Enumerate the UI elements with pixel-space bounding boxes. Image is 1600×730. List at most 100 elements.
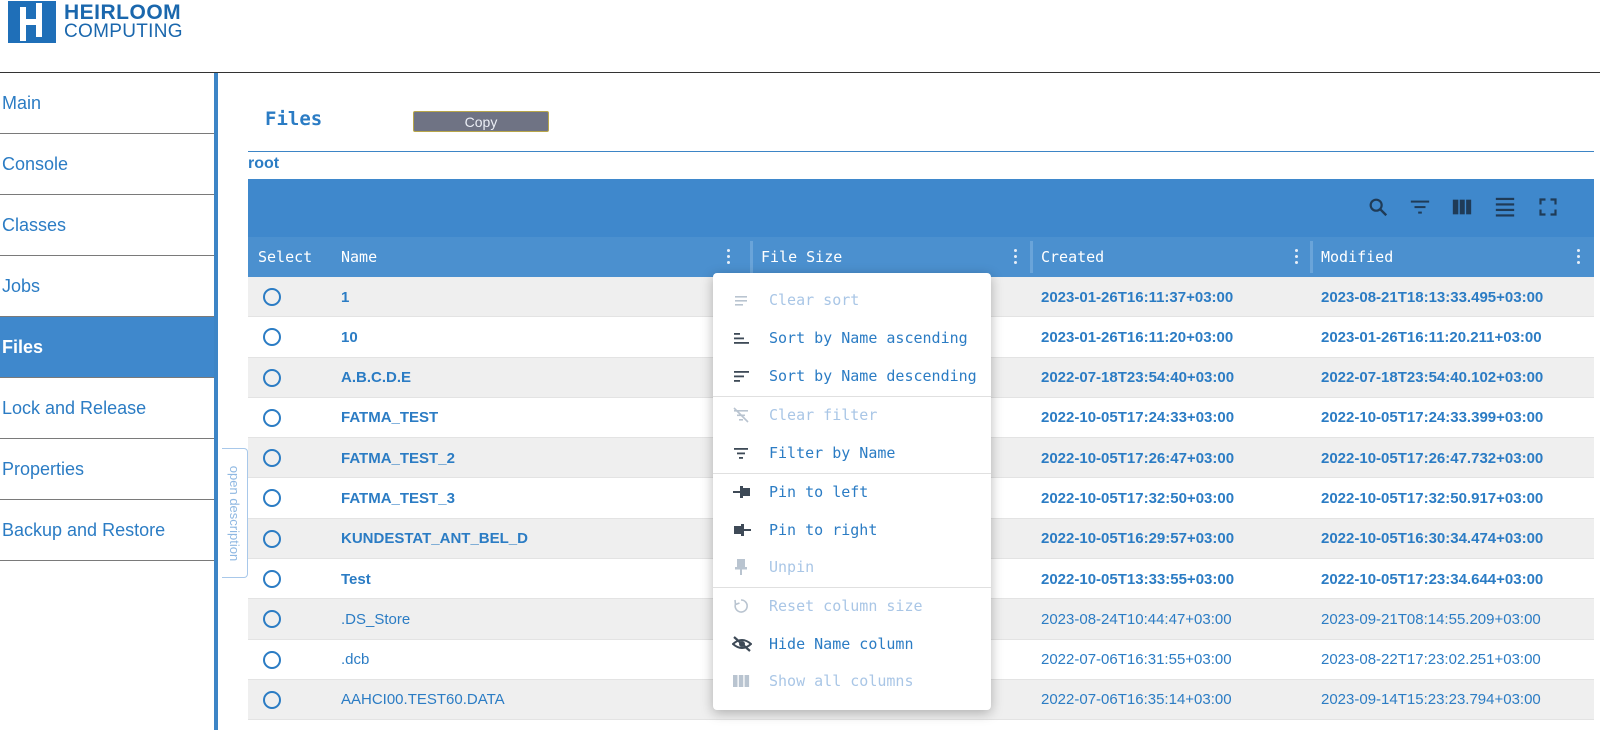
name-cell[interactable]: .DS_Store — [341, 599, 410, 639]
menu-item-hide-name-column[interactable]: Hide Name column — [713, 625, 991, 663]
modified-cell: 2022-10-05T17:23:34.644+03:00 — [1321, 570, 1544, 588]
menu-item-pin-left[interactable]: Pin to left — [713, 473, 991, 511]
menu-item-pin-right[interactable]: Pin to right — [713, 511, 991, 549]
menu-item-sort-descending[interactable]: Sort by Name descending — [713, 357, 991, 395]
row-select-cell[interactable] — [263, 478, 281, 518]
row-select-cell[interactable] — [263, 599, 281, 639]
search-icon[interactable] — [1362, 191, 1394, 223]
open-description-tab[interactable]: open description — [222, 448, 248, 578]
menu-item-unpin[interactable]: Unpin — [713, 548, 991, 586]
sidebar-item-main[interactable]: Main — [0, 73, 214, 134]
column-menu-icon[interactable] — [727, 249, 731, 265]
row-select-radio[interactable] — [263, 690, 281, 709]
menu-item-clear-sort[interactable]: Clear sort — [713, 281, 991, 319]
hide-icon — [731, 635, 753, 653]
sidebar: Main Console Classes Jobs Files Lock and… — [0, 73, 218, 730]
row-select-radio[interactable] — [263, 328, 281, 347]
column-resize-handle[interactable] — [750, 241, 753, 273]
name-cell[interactable]: FATMA_TEST — [341, 398, 438, 438]
menu-item-label: Sort by Name ascending — [769, 329, 968, 347]
column-header-name[interactable]: Name — [341, 237, 741, 277]
sidebar-item-backup-and-restore[interactable]: Backup and Restore — [0, 500, 214, 561]
menu-item-filter-by-name[interactable]: Filter by Name — [713, 434, 991, 472]
name-cell[interactable]: KUNDESTAT_ANT_BEL_D — [341, 519, 528, 559]
menu-item-label: Clear filter — [769, 406, 878, 424]
row-select-cell[interactable] — [263, 640, 281, 680]
name-cell[interactable]: A.B.C.D.E — [341, 358, 411, 398]
row-select-radio[interactable] — [263, 408, 281, 427]
column-header-modified[interactable]: Modified — [1321, 237, 1591, 277]
sidebar-item-lock-and-release[interactable]: Lock and Release — [0, 378, 214, 439]
column-header-label: Created — [1041, 248, 1105, 266]
grid-toolbar — [248, 179, 1594, 237]
row-select-cell[interactable] — [263, 277, 281, 317]
menu-item-clear-filter[interactable]: Clear filter — [713, 396, 991, 434]
sort-descending-icon — [732, 367, 752, 385]
sidebar-item-properties[interactable]: Properties — [0, 439, 214, 500]
column-header-label: File Size — [761, 248, 843, 266]
clear-filter-icon — [732, 406, 752, 424]
row-select-radio[interactable] — [263, 529, 281, 548]
modified-cell: 2023-08-22T17:23:02.251+03:00 — [1321, 651, 1541, 669]
menu-item-label: Pin to right — [769, 521, 878, 539]
sidebar-item-files[interactable]: Files — [0, 317, 214, 378]
density-icon[interactable] — [1489, 191, 1521, 223]
logo: HEIRLOOM COMPUTING — [8, 0, 183, 44]
name-cell[interactable]: .dcb — [341, 640, 369, 680]
row-select-radio[interactable] — [263, 570, 281, 589]
name-cell[interactable]: FATMA_TEST_2 — [341, 438, 455, 478]
sidebar-item-console[interactable]: Console — [0, 134, 214, 195]
column-header-file-size[interactable]: File Size — [761, 237, 1028, 277]
column-header-created[interactable]: Created — [1041, 237, 1309, 277]
column-header-select: Select — [258, 237, 338, 277]
created-cell: 2022-10-05T17:26:47+03:00 — [1041, 449, 1235, 467]
name-cell[interactable]: AAHCI00.TEST60.DATA — [341, 680, 505, 720]
column-resize-handle[interactable] — [1030, 241, 1033, 273]
reset-icon — [732, 597, 752, 615]
modified-cell: 2023-01-26T16:11:20.211+03:00 — [1321, 328, 1542, 346]
column-menu-icon[interactable] — [1014, 249, 1018, 265]
name-cell[interactable]: FATMA_TEST_3 — [341, 478, 455, 518]
menu-item-show-all-columns[interactable]: Show all columns — [713, 662, 991, 700]
table-header: Select Name File Size Created Modified — [248, 237, 1594, 277]
row-select-cell[interactable] — [263, 519, 281, 559]
column-menu: Clear sort Sort by Name ascending Sort b… — [713, 273, 991, 710]
filter-icon[interactable] — [1404, 191, 1436, 223]
row-select-radio[interactable] — [263, 449, 281, 468]
row-select-radio[interactable] — [263, 489, 281, 508]
copy-button[interactable]: Copy — [413, 111, 549, 132]
column-menu-icon[interactable] — [1577, 249, 1581, 265]
fullscreen-icon[interactable] — [1532, 191, 1564, 223]
row-select-cell[interactable] — [263, 559, 281, 599]
columns-icon[interactable] — [1446, 191, 1478, 223]
column-resize-handle[interactable] — [1310, 241, 1313, 273]
row-select-cell[interactable] — [263, 680, 281, 720]
modified-cell: 2023-09-14T15:23:23.794+03:00 — [1321, 691, 1541, 709]
menu-item-label: Hide Name column — [769, 635, 914, 653]
column-menu-icon[interactable] — [1295, 249, 1299, 265]
sidebar-item-classes[interactable]: Classes — [0, 195, 214, 256]
row-select-radio[interactable] — [263, 368, 281, 387]
breadcrumb[interactable]: root — [248, 155, 279, 173]
menu-item-sort-ascending[interactable]: Sort by Name ascending — [713, 319, 991, 357]
row-select-cell[interactable] — [263, 317, 281, 357]
row-select-cell[interactable] — [263, 358, 281, 398]
row-select-radio[interactable] — [263, 288, 281, 306]
created-cell: 2022-10-05T17:24:33+03:00 — [1041, 409, 1235, 427]
row-select-cell[interactable] — [263, 398, 281, 438]
modified-cell: 2022-10-05T17:26:47.732+03:00 — [1321, 449, 1544, 467]
modified-cell: 2023-09-21T08:14:55.209+03:00 — [1321, 610, 1541, 628]
name-cell[interactable]: Test — [341, 559, 371, 599]
name-cell[interactable]: 1 — [341, 277, 349, 317]
row-select-radio[interactable] — [263, 610, 281, 629]
row-select-cell[interactable] — [263, 438, 281, 478]
created-cell: 2022-10-05T17:32:50+03:00 — [1041, 489, 1235, 507]
name-cell[interactable]: 10 — [341, 317, 358, 357]
row-select-radio[interactable] — [263, 650, 281, 669]
sort-ascending-icon — [732, 329, 752, 347]
column-header-label: Name — [341, 248, 378, 266]
clear-sort-icon — [732, 291, 752, 309]
sidebar-item-jobs[interactable]: Jobs — [0, 256, 214, 317]
created-cell: 2022-10-05T16:29:57+03:00 — [1041, 530, 1235, 548]
menu-item-reset-column-size[interactable]: Reset column size — [713, 587, 991, 625]
